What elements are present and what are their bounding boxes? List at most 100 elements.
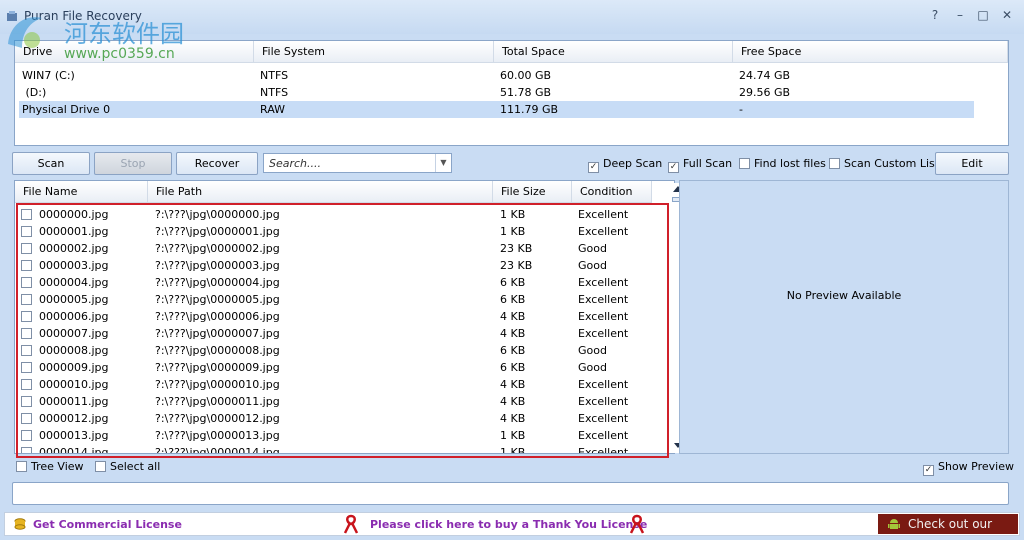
- file-name: 0000001.jpg: [39, 225, 109, 238]
- drive-name: WIN7 (C:): [22, 69, 75, 82]
- checkbox-empty-icon[interactable]: [21, 243, 32, 254]
- checkbox-empty-icon[interactable]: [21, 362, 32, 373]
- file-name: 0000009.jpg: [39, 361, 109, 374]
- checkbox-empty-icon[interactable]: [21, 379, 32, 390]
- thank-you-license-link[interactable]: Please click here to buy a Thank You Lic…: [370, 518, 647, 531]
- file-name: 0000012.jpg: [39, 412, 109, 425]
- check-app-button[interactable]: Check out our app: [878, 514, 1018, 540]
- checkbox-empty-icon[interactable]: [21, 396, 32, 407]
- file-path: ?:\???\jpg\0000006.jpg: [155, 310, 280, 323]
- file-row[interactable]: 0000007.jpg ?:\???\jpg\0000007.jpg 4 KB Exc…: [19, 325, 659, 342]
- tree-view-checkbox[interactable]: Tree View: [16, 460, 84, 476]
- file-name: 0000013.jpg: [39, 429, 109, 442]
- drive-total: 60.00 GB: [500, 69, 552, 82]
- minimize-button[interactable]: –: [951, 8, 969, 24]
- file-list[interactable]: File Name File Path File Size Condition …: [14, 180, 687, 454]
- file-row[interactable]: 0000014.jpg ?:\???\jpg\0000014.jpg 1 KB Exc…: [19, 444, 659, 453]
- file-row[interactable]: 0000004.jpg ?:\???\jpg\0000004.jpg 6 KB Exc…: [19, 274, 659, 291]
- commercial-license-link[interactable]: Get Commercial License: [33, 518, 182, 531]
- window-title: Puran File Recovery: [24, 9, 142, 23]
- file-size: 1 KB: [500, 446, 526, 453]
- file-row[interactable]: 0000006.jpg ?:\???\jpg\0000006.jpg 4 KB Exc…: [19, 308, 659, 325]
- full-scan-checkbox[interactable]: ✓ Full Scan: [668, 157, 732, 173]
- recover-button[interactable]: Recover: [176, 152, 258, 175]
- file-condition: Good: [578, 259, 607, 272]
- scan-button[interactable]: Scan: [12, 152, 90, 175]
- file-path: ?:\???\jpg\0000001.jpg: [155, 225, 280, 238]
- file-row[interactable]: 0000005.jpg ?:\???\jpg\0000005.jpg 6 KB Exc…: [19, 291, 659, 308]
- file-size: 6 KB: [500, 276, 526, 289]
- checkbox-empty-icon[interactable]: [21, 294, 32, 305]
- checkbox-empty-icon[interactable]: [739, 158, 750, 169]
- file-row[interactable]: 0000001.jpg ?:\???\jpg\0000001.jpg 1 KB Exc…: [19, 223, 659, 240]
- find-lost-files-checkbox[interactable]: Find lost files: [739, 157, 826, 173]
- checkbox-empty-icon[interactable]: [21, 328, 32, 339]
- drive-row[interactable]: WIN7 (C:) NTFS 60.00 GB 24.74 GB: [19, 67, 974, 84]
- select-all-checkbox[interactable]: Select all: [95, 460, 160, 476]
- file-size: 23 KB: [500, 242, 533, 255]
- preview-pane: No Preview Available: [679, 180, 1009, 454]
- file-condition: Good: [578, 361, 607, 374]
- col-header-total-space[interactable]: Total Space: [494, 41, 733, 63]
- drive-row[interactable]: (D:) NTFS 51.78 GB 29.56 GB: [19, 84, 974, 101]
- file-row[interactable]: 0000010.jpg ?:\???\jpg\0000010.jpg 4 KB Exc…: [19, 376, 659, 393]
- drive-row-selected[interactable]: Physical Drive 0 RAW 111.79 GB -: [19, 101, 974, 118]
- checkbox-empty-icon[interactable]: [21, 226, 32, 237]
- checkbox-empty-icon[interactable]: [21, 345, 32, 356]
- file-path: ?:\???\jpg\0000000.jpg: [155, 208, 280, 221]
- checkbox-empty-icon[interactable]: [829, 158, 840, 169]
- checkbox-empty-icon[interactable]: [95, 461, 106, 472]
- scan-custom-list-checkbox[interactable]: Scan Custom List: [829, 157, 939, 173]
- checkbox-empty-icon[interactable]: [21, 447, 32, 453]
- file-condition: Excellent: [578, 395, 629, 408]
- file-size: 1 KB: [500, 225, 526, 238]
- drive-free: 29.56 GB: [739, 86, 791, 99]
- drive-list[interactable]: Drive File System Total Space Free Space…: [14, 40, 1009, 146]
- ribbon-icon: [629, 514, 645, 534]
- file-row[interactable]: 0000003.jpg ?:\???\jpg\0000003.jpg 23 KB Go…: [19, 257, 659, 274]
- coins-icon: [14, 518, 26, 530]
- checkbox-empty-icon[interactable]: [21, 430, 32, 441]
- checkbox-checked-icon[interactable]: ✓: [923, 465, 934, 476]
- checkbox-checked-icon[interactable]: ✓: [588, 162, 599, 173]
- file-row[interactable]: 0000009.jpg ?:\???\jpg\0000009.jpg 6 KB Goo…: [19, 359, 659, 376]
- file-size: 6 KB: [500, 344, 526, 357]
- file-rows: 0000000.jpg ?:\???\jpg\0000000.jpg 1 KB Exc…: [15, 181, 667, 453]
- show-preview-checkbox[interactable]: ✓ Show Preview: [923, 460, 1014, 476]
- edit-button[interactable]: Edit: [935, 152, 1009, 175]
- file-name: 0000006.jpg: [39, 310, 109, 323]
- file-name: 0000011.jpg: [39, 395, 109, 408]
- file-row[interactable]: 0000002.jpg ?:\???\jpg\0000002.jpg 23 KB Go…: [19, 240, 659, 257]
- app-icon: [7, 11, 17, 21]
- search-input[interactable]: [264, 154, 432, 172]
- checkbox-empty-icon[interactable]: [21, 277, 32, 288]
- file-name: 0000008.jpg: [39, 344, 109, 357]
- help-button[interactable]: ?: [926, 8, 944, 24]
- search-combobox[interactable]: ▼: [263, 153, 452, 173]
- maximize-button[interactable]: □: [974, 8, 992, 24]
- file-path: ?:\???\jpg\0000014.jpg: [155, 446, 280, 453]
- file-row[interactable]: 0000008.jpg ?:\???\jpg\0000008.jpg 6 KB Goo…: [19, 342, 659, 359]
- file-row[interactable]: 0000000.jpg ?:\???\jpg\0000000.jpg 1 KB Exc…: [19, 206, 659, 223]
- deep-scan-checkbox[interactable]: ✓ Deep Scan: [588, 157, 662, 173]
- checkbox-empty-icon[interactable]: [21, 311, 32, 322]
- file-row[interactable]: 0000013.jpg ?:\???\jpg\0000013.jpg 1 KB Exc…: [19, 427, 659, 444]
- bottom-bar: Get Commercial License Please click here…: [4, 512, 1020, 540]
- file-condition: Excellent: [578, 378, 629, 391]
- file-row[interactable]: 0000012.jpg ?:\???\jpg\0000012.jpg 4 KB Exc…: [19, 410, 659, 427]
- checkbox-empty-icon[interactable]: [21, 413, 32, 424]
- checkbox-empty-icon[interactable]: [21, 260, 32, 271]
- file-path: ?:\???\jpg\0000013.jpg: [155, 429, 280, 442]
- checkbox-empty-icon[interactable]: [21, 209, 32, 220]
- stop-button[interactable]: Stop: [94, 152, 172, 175]
- col-header-drive[interactable]: Drive: [15, 41, 254, 63]
- file-row[interactable]: 0000011.jpg ?:\???\jpg\0000011.jpg 4 KB Exc…: [19, 393, 659, 410]
- file-condition: Good: [578, 344, 607, 357]
- close-button[interactable]: ✕: [998, 8, 1016, 24]
- col-header-free-space[interactable]: Free Space: [733, 41, 1008, 63]
- checkbox-checked-icon[interactable]: ✓: [668, 162, 679, 173]
- chevron-down-icon[interactable]: ▼: [435, 154, 451, 172]
- checkbox-empty-icon[interactable]: [16, 461, 27, 472]
- file-condition: Excellent: [578, 429, 629, 442]
- col-header-file-system[interactable]: File System: [254, 41, 494, 63]
